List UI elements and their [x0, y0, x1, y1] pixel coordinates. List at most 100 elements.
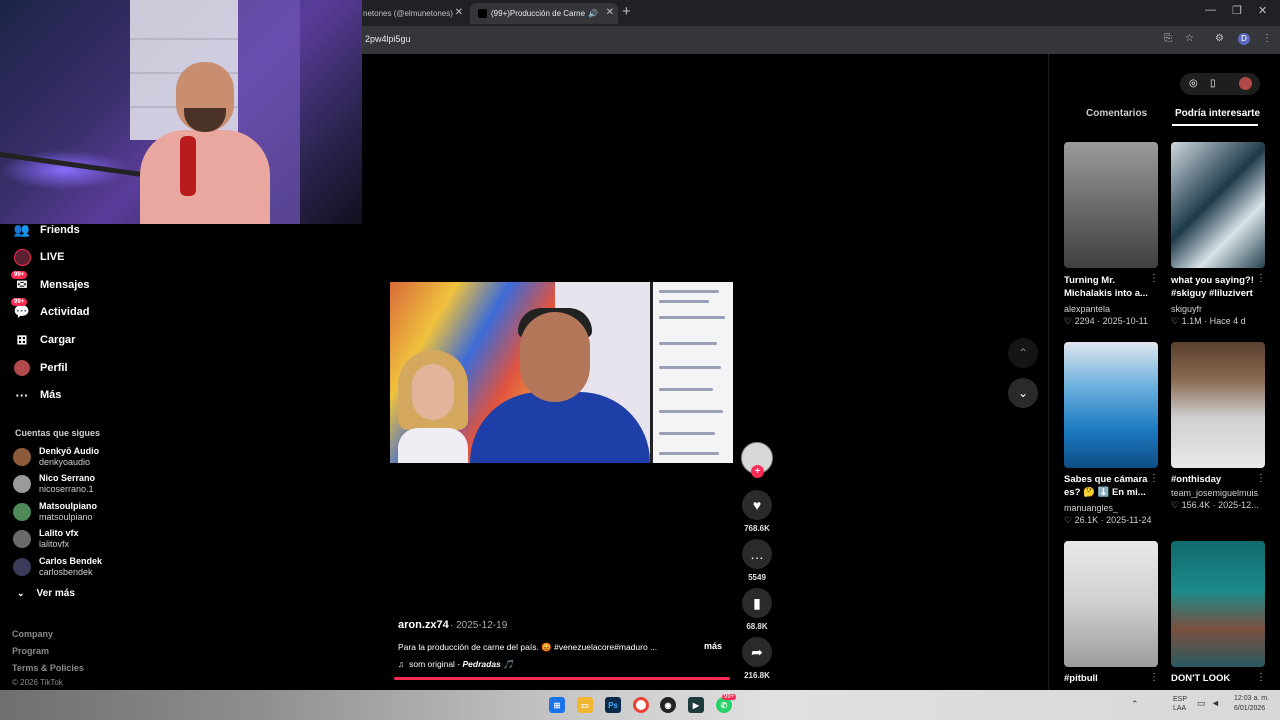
- clock-date: 6/01/2026: [1234, 705, 1266, 712]
- close-tab-icon[interactable]: ✕: [606, 7, 614, 18]
- card-author[interactable]: alexpantela: [1064, 304, 1110, 314]
- tab-recommended[interactable]: Podría interesarte: [1175, 108, 1260, 119]
- save-button[interactable]: ▮: [742, 588, 772, 618]
- previous-video-button[interactable]: ⌃: [1008, 338, 1038, 368]
- sidebar-item-upload[interactable]: ⊞ Cargar: [13, 329, 76, 351]
- more-options-icon[interactable]: ⋮: [1149, 473, 1159, 484]
- card-date: Hace 4 d: [1209, 316, 1246, 326]
- card-title[interactable]: Turning Mr. Michalakis into a...: [1064, 274, 1152, 300]
- language-indicator[interactable]: ESP: [1173, 696, 1187, 703]
- card-stats: ♡ 1.1M · Hace 4 d: [1171, 316, 1246, 326]
- video-player[interactable]: [390, 282, 733, 463]
- more-icon: ···: [15, 387, 29, 403]
- tab-comments[interactable]: Comentarios: [1086, 108, 1147, 119]
- card-title[interactable]: #onthisday: [1171, 473, 1259, 486]
- card-title[interactable]: what you saying?! #skiguy #liluzivert: [1171, 274, 1259, 300]
- network-icon[interactable]: ▭: [1197, 698, 1206, 709]
- video-progress-bar[interactable]: [394, 677, 730, 680]
- card-author[interactable]: skiguyfr: [1171, 304, 1202, 314]
- windows-start-icon[interactable]: ⊞: [549, 697, 565, 713]
- music-note-icon: ♫: [398, 659, 405, 669]
- speaker-icon: 🔊: [588, 9, 599, 18]
- install-app-icon[interactable]: ⎘: [1164, 33, 1172, 44]
- card-title[interactable]: Sabes que cámara es? 🤔 ⬇️ En mi...: [1064, 473, 1152, 499]
- video-thumbnail[interactable]: [1171, 541, 1265, 667]
- account-name: Denkyō Audio: [39, 446, 100, 456]
- clock-time[interactable]: 12:03 a. m.: [1234, 695, 1269, 702]
- video-author[interactable]: aron.zx74: [398, 619, 449, 631]
- browser-tab-1[interactable]: netones (@elmunetones) ✕: [355, 3, 467, 24]
- more-link[interactable]: más: [704, 641, 722, 651]
- next-video-button[interactable]: ⌄: [1008, 378, 1038, 408]
- following-account[interactable]: Denkyō Audio denkyoaudio: [13, 445, 99, 469]
- video-thumbnail[interactable]: [1064, 342, 1158, 468]
- chrome-menu-icon[interactable]: ⋮: [1262, 33, 1272, 44]
- new-tab-icon[interactable]: +: [622, 3, 631, 20]
- more-options-icon[interactable]: ⋮: [1149, 672, 1159, 683]
- following-account[interactable]: Nico Serrano nicoserrano.1: [13, 472, 95, 496]
- chevron-down-icon: ⌄: [1017, 386, 1029, 400]
- video-thumbnail[interactable]: [1064, 142, 1158, 268]
- following-account[interactable]: Lalito vfx lalitovfx: [13, 527, 79, 551]
- video-thumbnail[interactable]: [1171, 142, 1265, 268]
- card-title[interactable]: DON'T LOOK: [1171, 672, 1259, 685]
- see-more-button[interactable]: ⌄ Ver más: [17, 588, 75, 599]
- sidebar-item-profile[interactable]: Perfil: [13, 357, 68, 379]
- url-field[interactable]: 2pw4lpi5gu: [365, 34, 411, 44]
- chevron-up-icon[interactable]: ⌃: [1131, 699, 1139, 710]
- minimize-icon[interactable]: —: [1205, 4, 1216, 16]
- photoshop-icon[interactable]: Ps: [605, 697, 621, 713]
- follow-plus-icon[interactable]: +: [751, 465, 764, 478]
- footer-link-company[interactable]: Company: [12, 629, 53, 639]
- maximize-icon[interactable]: ❐: [1232, 4, 1242, 17]
- more-options-icon[interactable]: ⋮: [1256, 672, 1266, 683]
- comment-icon: …: [750, 546, 764, 562]
- share-count: 216.8K: [744, 671, 770, 680]
- card-stats: ♡ 2294 · 2025-10-11: [1064, 316, 1148, 326]
- comment-count: 5549: [748, 573, 766, 582]
- card-title[interactable]: #pitbull: [1064, 672, 1152, 685]
- more-options-icon[interactable]: ⋮: [1256, 273, 1266, 284]
- user-avatar[interactable]: [1239, 77, 1252, 90]
- like-button[interactable]: ♥: [742, 490, 772, 520]
- bookmark-star-icon[interactable]: ☆: [1185, 33, 1194, 44]
- more-options-icon[interactable]: ⋮: [1256, 473, 1266, 484]
- card-author[interactable]: manuangles_: [1064, 503, 1118, 513]
- share-button[interactable]: ➦: [742, 637, 772, 667]
- sound-prefix: som original -: [409, 659, 463, 669]
- upload-icon: ⊞: [16, 332, 28, 347]
- footer-link-terms[interactable]: Terms & Policies: [12, 663, 84, 673]
- obs-icon[interactable]: ◉: [660, 697, 676, 713]
- window-close-icon[interactable]: ✕: [1258, 4, 1267, 17]
- card-author[interactable]: team_josemiguelmuis...: [1171, 488, 1259, 498]
- sidebar-item-live[interactable]: LIVE: [13, 246, 64, 268]
- more-options-icon[interactable]: ⋮: [1149, 273, 1159, 284]
- following-account[interactable]: Matsoulpiano matsoulpiano: [13, 500, 97, 524]
- chrome-icon[interactable]: [633, 697, 649, 713]
- video-thumbnail[interactable]: [1064, 541, 1158, 667]
- sidebar-item-more[interactable]: ··· Más: [13, 384, 62, 406]
- footer-link-program[interactable]: Program: [12, 646, 49, 656]
- app-icon[interactable]: ▶: [688, 697, 704, 713]
- file-explorer-icon[interactable]: ▭: [577, 697, 593, 713]
- account-name: Carlos Bendek: [39, 556, 103, 566]
- compass-icon[interactable]: ◎: [1189, 78, 1198, 89]
- comment-button[interactable]: …: [742, 539, 772, 569]
- following-account[interactable]: Carlos Bendek carlosbendek: [13, 555, 102, 579]
- sidebar-item-label: Cargar: [40, 334, 76, 346]
- sidebar-item-messages[interactable]: ✉ 99+ Mensajes: [11, 271, 90, 296]
- sound-link[interactable]: ♫ som original - Pedradas 🎵: [398, 659, 514, 670]
- extensions-icon[interactable]: ⚙: [1215, 33, 1224, 44]
- browser-profile-avatar[interactable]: D: [1238, 33, 1250, 45]
- account-name: Nico Serrano: [39, 473, 96, 483]
- whatsapp-badge: 99+: [722, 694, 737, 700]
- browser-tab-2-active[interactable]: (99+)Producción de Carne 🔊 ✕: [470, 3, 618, 24]
- sidebar-item-activity[interactable]: 💬 99+ Actividad: [11, 298, 90, 323]
- account-username: matsoulpiano: [39, 512, 93, 522]
- close-tab-icon[interactable]: ✕: [455, 7, 463, 18]
- phone-icon[interactable]: ▯: [1210, 78, 1216, 89]
- volume-icon[interactable]: ◄: [1211, 698, 1220, 708]
- video-thumbnail[interactable]: [1171, 342, 1265, 468]
- video-description: Para la producción de carne del país. 😡 …: [398, 642, 658, 652]
- bookmark-icon: ▮: [753, 594, 761, 611]
